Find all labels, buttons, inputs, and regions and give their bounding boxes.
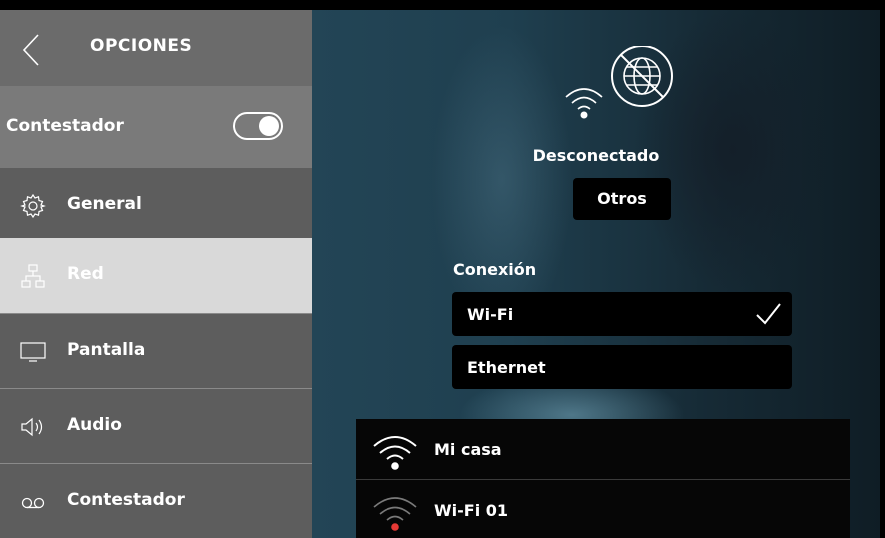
- connection-status-text: Desconectado: [532, 146, 660, 165]
- top-border: [0, 0, 885, 10]
- toggle-knob: [259, 116, 279, 136]
- gear-icon: [20, 193, 46, 219]
- contestador-toggle-row: Contestador: [0, 86, 312, 168]
- back-button[interactable]: [18, 30, 48, 70]
- checkmark-icon: [756, 303, 781, 325]
- sidebar-item-general[interactable]: General: [0, 168, 312, 243]
- connection-label: Conexión: [453, 260, 537, 279]
- toggle-label: Contestador: [6, 116, 124, 136]
- speaker-icon: [21, 417, 43, 437]
- main-panel: Desconectado Otros Conexión Wi-Fi Ethern…: [312, 10, 880, 538]
- network-name: Wi-Fi 01: [434, 501, 509, 520]
- voicemail-icon: [21, 497, 45, 509]
- sidebar-header: OPCIONES: [0, 10, 312, 86]
- sidebar-item-contestador[interactable]: Contestador: [0, 463, 312, 538]
- sidebar-item-audio[interactable]: Audio: [0, 388, 312, 463]
- monitor-icon: [20, 342, 46, 362]
- sidebar: OPCIONES Contestador General Red Pantall…: [0, 10, 312, 538]
- sidebar-item-pantalla[interactable]: Pantalla: [0, 313, 312, 388]
- network-item[interactable]: Wi-Fi 01: [356, 479, 850, 538]
- network-name: Mi casa: [434, 440, 502, 459]
- app-frame: OPCIONES Contestador General Red Pantall…: [0, 0, 885, 538]
- sidebar-item-label: Red: [67, 264, 104, 284]
- right-border: [880, 0, 885, 538]
- wifi-option[interactable]: Wi-Fi: [452, 292, 792, 336]
- wifi-no-internet-icon: [565, 46, 673, 119]
- sidebar-item-label: Contestador: [67, 490, 185, 510]
- option-label: Wi-Fi: [467, 305, 514, 324]
- sidebar-item-label: Pantalla: [67, 340, 146, 360]
- network-item[interactable]: Mi casa: [356, 419, 850, 478]
- otros-button[interactable]: Otros: [573, 178, 671, 220]
- sidebar-item-red[interactable]: Red: [0, 238, 312, 313]
- sidebar-item-label: General: [67, 194, 142, 214]
- network-list: Mi casa Wi-Fi 01: [356, 419, 850, 538]
- option-label: Ethernet: [467, 358, 546, 377]
- sidebar-title: OPCIONES: [90, 36, 193, 56]
- ethernet-option[interactable]: Ethernet: [452, 345, 792, 389]
- network-icon: [21, 264, 45, 288]
- contestador-toggle-switch[interactable]: [233, 112, 283, 140]
- sidebar-item-label: Audio: [67, 415, 122, 435]
- wifi-signal-strong-icon: [373, 436, 417, 470]
- chevron-left-icon: [22, 34, 39, 66]
- wifi-signal-weak-icon: [373, 497, 417, 531]
